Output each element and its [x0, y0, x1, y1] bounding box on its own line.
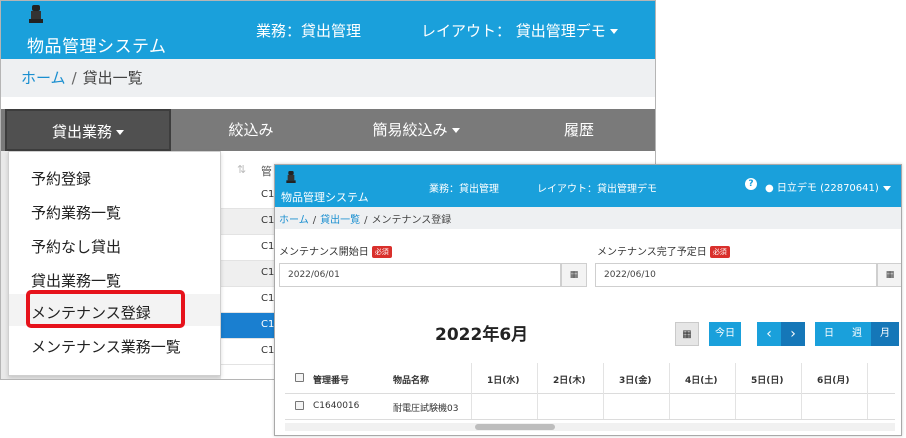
screenshot-stage: 物品管理システム 業務：貸出管理 レイアウト： 貸出管理デモ ホーム / 貸出一覧 …	[0, 0, 906, 438]
calendar-icon[interactable]: ▦	[877, 263, 901, 287]
menu-lending-tasks[interactable]: 貸出業務	[5, 109, 171, 151]
sort-icon[interactable]: ⇅	[237, 163, 246, 176]
layout-selector[interactable]: レイアウト： 貸出管理デモ	[421, 20, 618, 41]
menu-item-reservation-register[interactable]: 予約登録	[9, 160, 220, 192]
grid-divider	[669, 363, 670, 419]
table-cell-id: C1	[261, 293, 275, 304]
menu-filter[interactable]: 絞込み	[171, 109, 331, 151]
layout-label: レイアウト： 貸出管理デモ	[421, 22, 606, 40]
view-month-button[interactable]: 月	[871, 322, 899, 346]
required-badge: 必須	[371, 246, 392, 258]
menu-simple-filter[interactable]: 簡易絞込み	[331, 109, 501, 151]
menu-item-maintenance-list[interactable]: メンテナンス業務一覧	[9, 328, 220, 360]
view-day-button[interactable]: 日	[815, 322, 843, 346]
grid-header-day: 5日(日)	[751, 376, 784, 386]
app-header: 物品管理システム 業務：貸出管理 レイアウト： 貸出管理デモ	[1, 1, 655, 59]
grid-divider	[537, 363, 538, 419]
calendar-month-title: 2022年6月	[435, 325, 529, 345]
table-cell-id: C1	[261, 241, 275, 252]
breadcrumb-home-link[interactable]: ホーム	[279, 215, 309, 226]
calendar-icon[interactable]: ▦	[675, 322, 699, 346]
user-name: 日立デモ (22870641)	[776, 183, 879, 194]
grid-divider	[285, 393, 895, 394]
next-button[interactable]: ›	[781, 322, 805, 346]
table-cell-id: C1	[261, 215, 275, 226]
user-menu[interactable]: ● 日立デモ (22870641)	[765, 179, 891, 194]
today-button[interactable]: 今日	[709, 322, 741, 346]
grid-header-day: 1日(水)	[487, 376, 520, 386]
menu-item-lend-without-reservation[interactable]: 予約なし貸出	[9, 228, 220, 260]
breadcrumb-separator: /	[364, 215, 368, 226]
breadcrumb: ホーム / 貸出一覧 / メンテナンス登録	[275, 207, 901, 229]
start-date-label: メンテナンス開始日 必須	[279, 243, 392, 258]
required-badge: 必須	[709, 246, 730, 258]
grid-divider	[285, 419, 895, 420]
chevron-down-icon	[116, 130, 124, 135]
menu-item-lending-list[interactable]: 貸出業務一覧	[9, 262, 220, 294]
grid-header-day: 4日(土)	[685, 376, 718, 386]
calendar-icon[interactable]: ▦	[561, 263, 587, 287]
table-cell-id: C1	[261, 189, 275, 200]
task-selector[interactable]: 業務：貸出管理	[256, 20, 361, 41]
grid-header-day: 2日(木)	[553, 376, 586, 386]
prev-button[interactable]: ‹	[757, 322, 781, 346]
breadcrumb-separator: /	[312, 215, 317, 226]
column-header[interactable]: 管	[261, 163, 272, 179]
grid-cell-id[interactable]: C1640016	[313, 393, 359, 419]
menu-lending-tasks-label: 貸出業務	[51, 123, 112, 141]
grid-cell-name[interactable]: 耐電圧試験機03	[393, 393, 458, 419]
scrollbar-thumb[interactable]	[475, 424, 555, 430]
layout-selector[interactable]: レイアウト：貸出管理デモ	[537, 180, 657, 195]
app-title[interactable]: 物品管理システム	[27, 32, 167, 57]
grid-header-id: 管理番号	[313, 376, 350, 386]
breadcrumb-separator: /	[71, 69, 77, 87]
grid-header-name: 物品名称	[393, 376, 430, 386]
grid-divider	[801, 363, 802, 419]
grid-header-day: 6日(月)	[817, 376, 850, 386]
end-date-input[interactable]: 2022/06/10	[595, 263, 877, 287]
grid-divider	[603, 363, 604, 419]
select-all-checkbox[interactable]	[295, 373, 304, 382]
start-date-input[interactable]: 2022/06/01	[279, 263, 561, 287]
front-window: 物品管理システム 業務：貸出管理 レイアウト：貸出管理デモ ? ● 日立デモ (…	[274, 164, 902, 436]
breadcrumb-list-link[interactable]: 貸出一覧	[320, 215, 360, 226]
breadcrumb: ホーム / 貸出一覧	[1, 59, 655, 97]
grid-header-day: 3日(金)	[619, 376, 652, 386]
menu-item-maintenance-register[interactable]: メンテナンス登録	[9, 294, 220, 326]
grid-divider	[471, 363, 472, 419]
table-cell-id: C1	[261, 267, 275, 278]
end-date-label: メンテナンス完了予定日 必須	[597, 243, 730, 258]
help-icon[interactable]: ?	[745, 178, 757, 190]
table-cell-id: C1	[261, 319, 275, 330]
chevron-down-icon	[882, 185, 891, 191]
end-date-label-text: メンテナンス完了予定日	[597, 247, 707, 258]
chevron-down-icon	[609, 29, 618, 34]
menu-history[interactable]: 履歴	[501, 109, 655, 151]
user-icon: ●	[765, 183, 777, 194]
task-selector[interactable]: 業務：貸出管理	[429, 180, 499, 195]
breadcrumb-current: 貸出一覧	[82, 69, 143, 87]
breadcrumb-home-link[interactable]: ホーム	[21, 69, 66, 87]
horizontal-scrollbar[interactable]	[285, 423, 895, 431]
app-logo-icon	[286, 171, 296, 183]
start-date-label-text: メンテナンス開始日	[279, 247, 369, 258]
app-title[interactable]: 物品管理システム	[281, 189, 369, 205]
menu-item-reservation-list[interactable]: 予約業務一覧	[9, 194, 220, 226]
chevron-down-icon	[451, 128, 460, 133]
app-header: 物品管理システム 業務：貸出管理 レイアウト：貸出管理デモ ? ● 日立デモ (…	[275, 165, 901, 207]
view-week-button[interactable]: 週	[843, 322, 871, 346]
main-menu-bar: 貸出業務 絞込み 簡易絞込み 履歴	[1, 109, 655, 151]
table-cell-id: C1	[261, 345, 275, 356]
row-checkbox[interactable]	[295, 401, 304, 410]
lending-tasks-dropdown: 予約登録 予約業務一覧 予約なし貸出 貸出業務一覧 メンテナンス登録 メンテナン…	[8, 151, 221, 376]
menu-simple-filter-label: 簡易絞込み	[372, 121, 448, 139]
grid-divider	[867, 363, 868, 419]
app-logo-icon	[29, 5, 43, 23]
breadcrumb-current: メンテナンス登録	[371, 215, 452, 226]
grid-divider	[735, 363, 736, 419]
